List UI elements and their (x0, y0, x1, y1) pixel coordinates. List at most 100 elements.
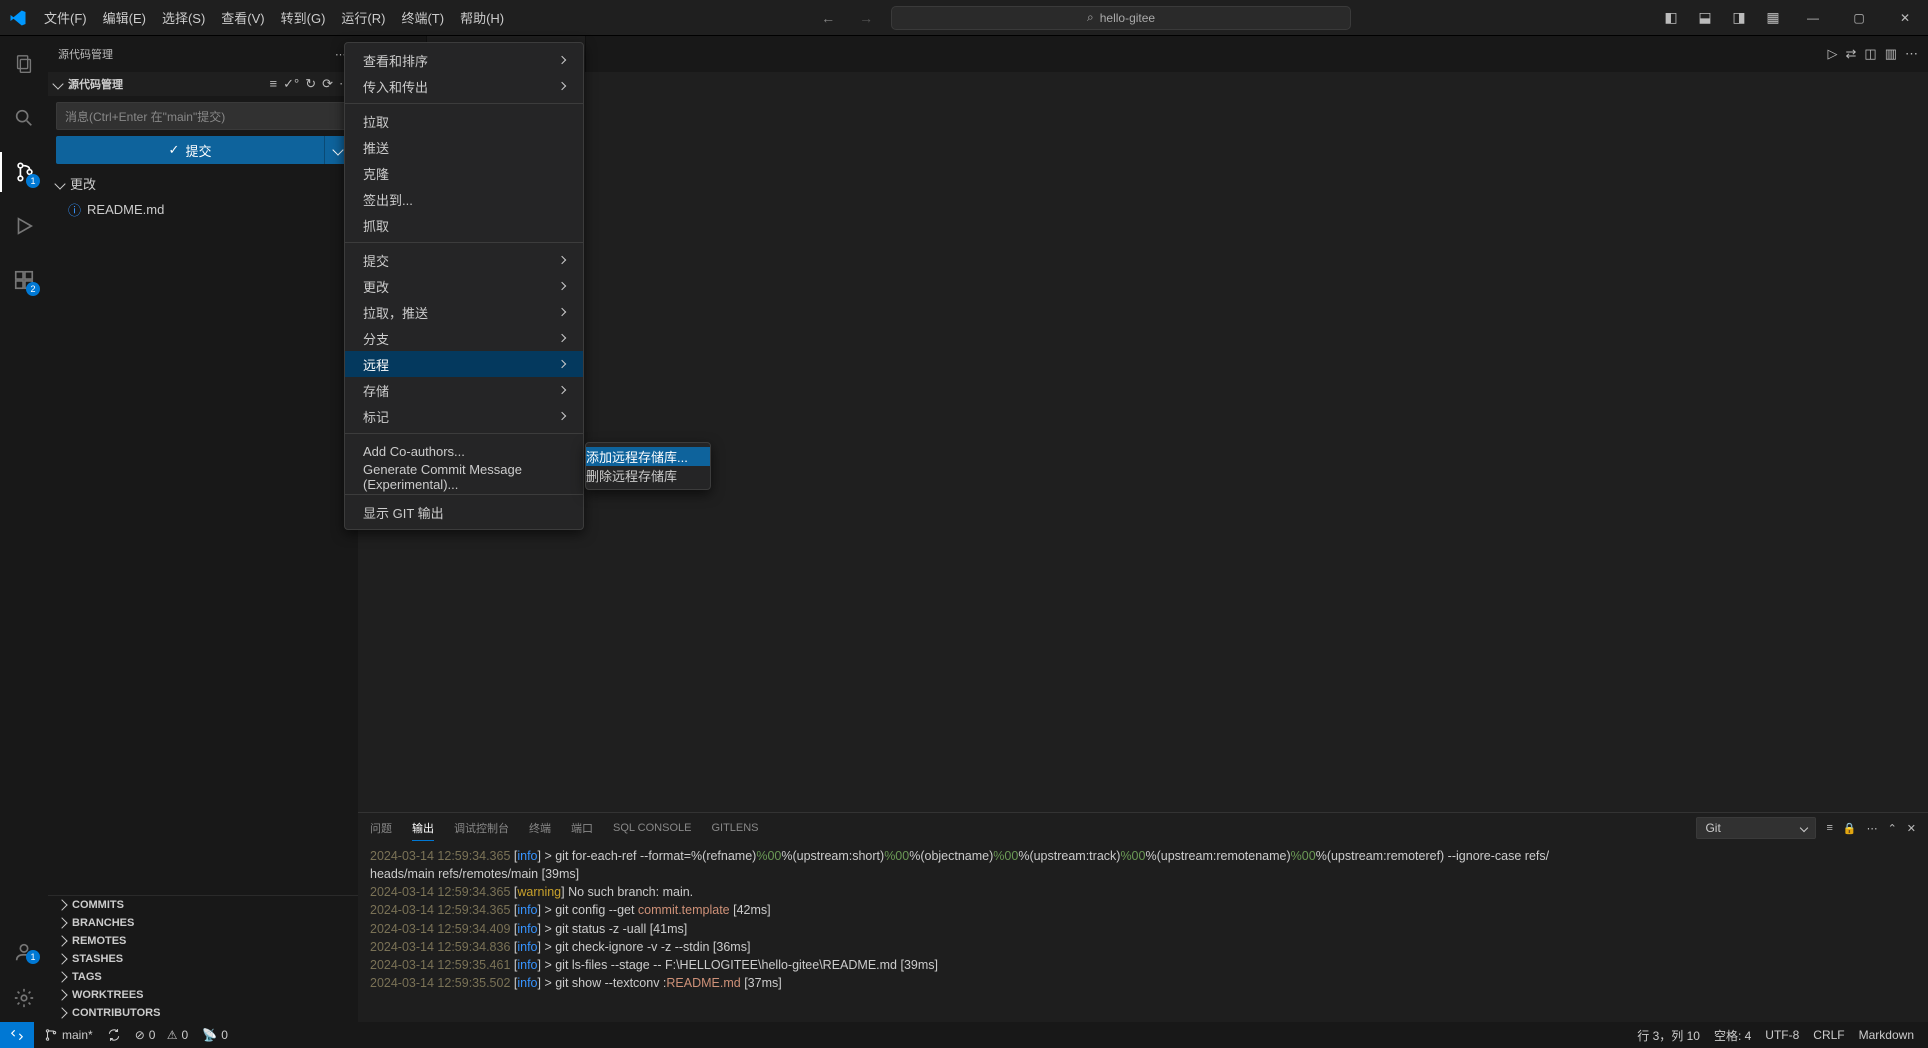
settings-gear-icon[interactable] (0, 982, 48, 1014)
compare-icon[interactable]: ⇄ (1846, 46, 1857, 62)
tree-section-commits[interactable]: COMMITS (48, 896, 358, 914)
history-icon[interactable]: ⟳ (322, 76, 333, 92)
submenu-item[interactable]: 添加远程存储库... (586, 447, 710, 466)
minimize-button[interactable]: ― (1790, 0, 1836, 36)
menu-item[interactable]: 选择(S) (154, 2, 213, 33)
menu-item[interactable]: 运行(R) (333, 2, 393, 33)
panel-tab[interactable]: 问题 (370, 816, 392, 840)
changed-file-row[interactable]: ⓘ README.md (48, 197, 358, 222)
tree-section-stashes[interactable]: STASHES (48, 950, 358, 968)
editor-more-icon[interactable]: ⋯ (1905, 46, 1918, 62)
close-panel-icon[interactable]: ✕ (1907, 822, 1916, 835)
sync-indicator[interactable] (107, 1028, 121, 1042)
menu-item[interactable]: 远程 (345, 351, 583, 377)
breadcrumb[interactable]: ⓘ README.md › ▭ ### 介绍 (358, 72, 1928, 96)
tree-section-tags[interactable]: TAGS (48, 968, 358, 986)
panel-tab[interactable]: GITLENS (711, 818, 758, 838)
menu-item[interactable]: 拉取 (345, 108, 583, 134)
panel-more-icon[interactable]: ⋯ (1867, 822, 1878, 835)
menu-item[interactable]: 存储 (345, 377, 583, 403)
tree-section-worktrees[interactable]: WORKTREES (48, 986, 358, 1004)
menu-item[interactable]: 编辑(E) (95, 2, 154, 33)
menu-item[interactable]: 查看和排序 (345, 47, 583, 73)
close-button[interactable]: ✕ (1882, 0, 1928, 36)
warning-icon: ⚠ (167, 1028, 178, 1042)
layout-controls: ◧ ⬓ ◨ ▦ (1654, 0, 1790, 36)
lock-icon[interactable]: 🔒 (1843, 822, 1857, 835)
menu-item[interactable]: 提交 (345, 247, 583, 273)
tree-section-remotes[interactable]: REMOTES (48, 932, 358, 950)
chevron-right-icon (56, 971, 67, 982)
panel-tab[interactable]: 调试控制台 (454, 816, 509, 840)
menu-item[interactable]: 标记 (345, 403, 583, 429)
output-log[interactable]: 2024-03-14 12:59:34.365 [info] > git for… (358, 843, 1928, 1022)
nav-back-icon[interactable]: ← (815, 8, 841, 28)
run-icon[interactable]: ▷ (1828, 46, 1838, 62)
menu-item-label: 更改 (363, 277, 389, 296)
open-preview-icon[interactable]: ◫ (1864, 46, 1876, 62)
menu-item[interactable]: 签出到... (345, 186, 583, 212)
menu-item[interactable]: 更改 (345, 273, 583, 299)
refresh-icon[interactable]: ↻ (305, 76, 316, 92)
menu-item[interactable]: 分支 (345, 325, 583, 351)
changes-header[interactable]: 更改 (48, 170, 358, 197)
menu-item[interactable]: Generate Commit Message (Experimental)..… (345, 464, 583, 490)
maximize-button[interactable]: ▢ (1836, 0, 1882, 36)
panel-tab[interactable]: 输出 (412, 816, 434, 841)
indentation[interactable]: 空格: 4 (1714, 1027, 1751, 1044)
search-icon: ⌕ (1087, 10, 1094, 25)
menu-item[interactable]: 文件(F) (36, 2, 95, 33)
panel-tab[interactable]: 端口 (571, 816, 593, 840)
menu-item[interactable]: 推送 (345, 134, 583, 160)
source-control-icon[interactable]: 1 (0, 152, 48, 192)
commit-button[interactable]: ✓提交 (56, 136, 324, 164)
menu-item[interactable]: Add Co-authors... (345, 438, 583, 464)
split-editor-icon[interactable]: ▥ (1885, 46, 1897, 62)
menu-item[interactable]: 查看(V) (213, 2, 272, 33)
menu-item[interactable]: 终端(T) (393, 2, 452, 33)
menu-item[interactable]: 克隆 (345, 160, 583, 186)
menu-item[interactable]: 拉取，推送 (345, 299, 583, 325)
nav-forward-icon[interactable]: → (853, 8, 879, 28)
menu-item[interactable]: 帮助(H) (452, 2, 512, 33)
eol[interactable]: CRLF (1813, 1028, 1844, 1042)
problems-indicator[interactable]: ⊘0 ⚠0 (135, 1028, 189, 1042)
panel-tab[interactable]: SQL CONSOLE (613, 818, 691, 838)
ports-indicator[interactable]: 📡0 (202, 1028, 228, 1042)
customize-layout-icon[interactable]: ▦ (1756, 0, 1790, 36)
chevron-right-icon (56, 899, 67, 910)
view-tree-icon[interactable]: ≡ (270, 76, 278, 92)
commit-message-input[interactable]: 消息(Ctrl+Enter 在"main"提交) (56, 102, 350, 130)
submenu-item[interactable]: 删除远程存储库 (586, 466, 710, 485)
explorer-icon[interactable] (0, 44, 48, 84)
tree-section-branches[interactable]: BRANCHES (48, 914, 358, 932)
filter-icon[interactable]: ≡ (1826, 822, 1832, 834)
run-debug-icon[interactable] (0, 206, 48, 246)
cursor-position[interactable]: 行 3，列 10 (1637, 1027, 1700, 1044)
search-activity-icon[interactable] (0, 98, 48, 138)
branch-indicator[interactable]: main* (44, 1028, 93, 1042)
menu-item[interactable]: 抓取 (345, 212, 583, 238)
commit-action-icon[interactable]: ✓° (283, 76, 299, 92)
toggle-panel-icon[interactable]: ⬓ (1688, 0, 1722, 36)
menu-item[interactable]: 传入和传出 (345, 73, 583, 99)
activity-bar: 1 2 1 (0, 36, 48, 1022)
chevron-up-icon[interactable]: ⌃ (1888, 822, 1897, 835)
output-channel-select[interactable]: Git (1696, 817, 1816, 839)
menu-item[interactable]: 显示 GIT 输出 (345, 499, 583, 525)
tree-section-label: WORKTREES (72, 989, 144, 1001)
menu-item[interactable]: 转到(G) (273, 2, 334, 33)
encoding[interactable]: UTF-8 (1765, 1028, 1799, 1042)
panel-tab[interactable]: 终端 (529, 816, 551, 840)
chevron-right-icon (56, 1007, 67, 1018)
toggle-secondary-side-icon[interactable]: ◨ (1722, 0, 1756, 36)
remote-indicator[interactable] (0, 1022, 34, 1048)
scm-section-header[interactable]: 源代码管理 ≡ ✓° ↻ ⟳ ⋯ (48, 72, 358, 96)
toggle-primary-side-icon[interactable]: ◧ (1654, 0, 1688, 36)
tree-section-contributors[interactable]: CONTRIBUTORS (48, 1004, 358, 1022)
command-center-search[interactable]: ⌕ hello-gitee (891, 6, 1351, 30)
window-controls: ― ▢ ✕ (1790, 0, 1928, 36)
accounts-icon[interactable]: 1 (0, 936, 48, 968)
extensions-icon[interactable]: 2 (0, 260, 48, 300)
language-mode[interactable]: Markdown (1859, 1028, 1914, 1042)
